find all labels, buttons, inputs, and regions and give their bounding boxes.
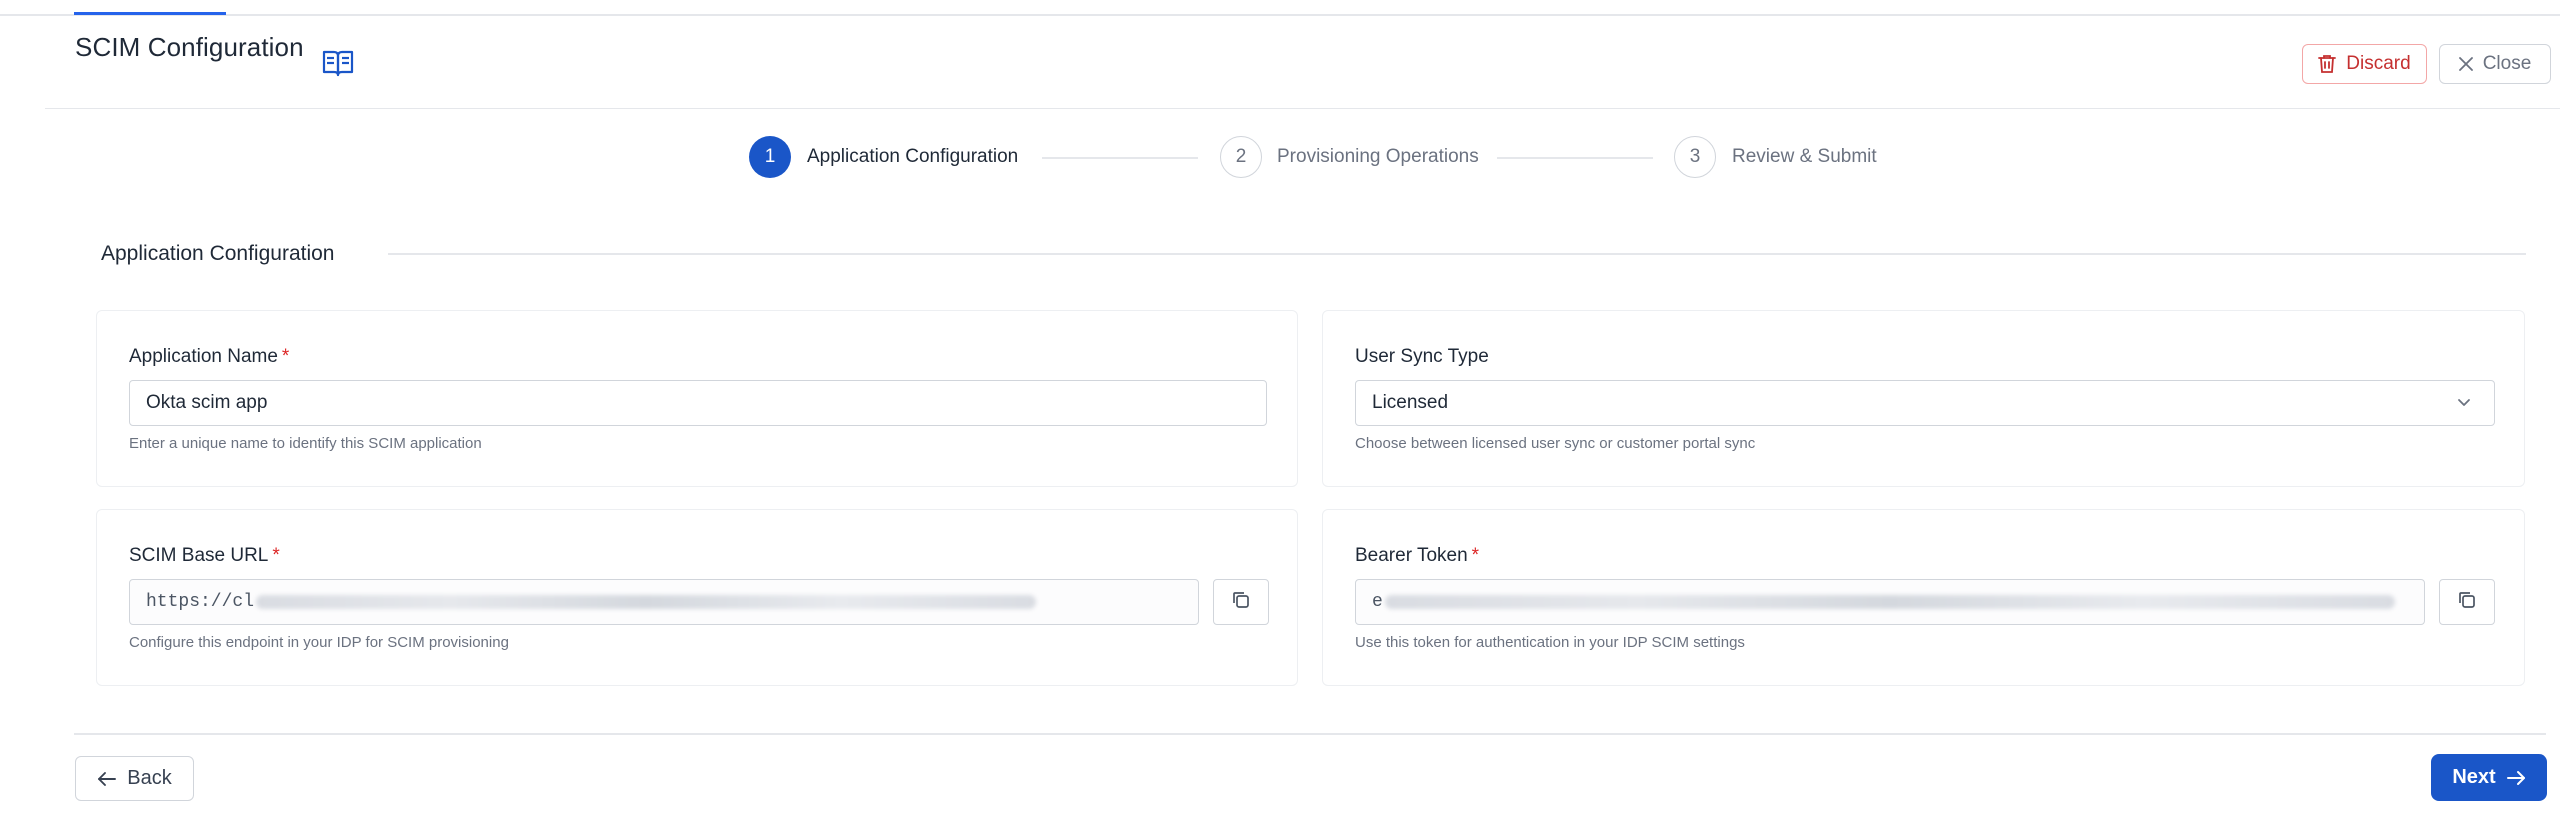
scim-base-url-helper: Configure this endpoint in your IDP for …	[129, 634, 509, 651]
back-button[interactable]: Back	[75, 756, 194, 801]
step-2-label[interactable]: Provisioning Operations	[1277, 146, 1479, 168]
bearer-token-helper: Use this token for authentication in you…	[1355, 634, 1745, 651]
scim-base-url-card: SCIM Base URL * https://cl Configure this…	[96, 509, 1298, 686]
back-label: Back	[127, 767, 172, 789]
discard-button[interactable]: Discard	[2302, 44, 2427, 84]
chevron-down-icon	[2456, 394, 2472, 416]
footer-divider	[74, 733, 2546, 735]
scim-base-url-label: SCIM Base URL *	[129, 545, 280, 566]
user-sync-type-value: Licensed	[1372, 392, 1449, 413]
step-connector-2	[1497, 157, 1653, 159]
step-2-indicator[interactable]: 2	[1220, 136, 1262, 178]
top-divider	[0, 14, 2560, 16]
app-name-card: Application Name * Okta scim app Enter a …	[96, 310, 1298, 487]
app-name-input[interactable]: Okta scim app	[129, 380, 1267, 426]
copy-icon	[1231, 590, 1251, 615]
bearer-token-value: e	[1372, 592, 1383, 612]
bearer-token-card: Bearer Token * e Use this token for authe…	[1322, 509, 2525, 686]
scim-base-url-value: https://cl	[146, 592, 255, 612]
user-sync-type-select[interactable]: Licensed	[1355, 380, 2495, 426]
page-title: SCIM Configuration	[75, 32, 304, 62]
header-divider	[45, 108, 2560, 109]
section-title: Application Configuration	[101, 242, 335, 265]
next-button[interactable]: Next	[2431, 754, 2547, 801]
step-3-indicator[interactable]: 3	[1674, 136, 1716, 178]
app-name-label: Application Name *	[129, 346, 290, 367]
user-sync-type-helper: Choose between licensed user sync or cus…	[1355, 435, 1756, 452]
user-sync-type-card: User Sync Type Licensed Choose between l…	[1322, 310, 2525, 487]
scim-base-url-input[interactable]: https://cl	[129, 579, 1199, 625]
next-label: Next	[2452, 766, 2496, 788]
active-tab-indicator	[74, 12, 226, 15]
step-3-label[interactable]: Review & Submit	[1732, 146, 1877, 168]
redacted-url	[256, 595, 1037, 609]
close-icon	[2458, 57, 2473, 71]
app-name-helper: Enter a unique name to identify this SCI…	[129, 435, 482, 452]
user-sync-type-label: User Sync Type	[1355, 346, 1489, 367]
step-1-label[interactable]: Application Configuration	[807, 146, 1018, 168]
arrow-right-icon	[2506, 770, 2526, 786]
trash-icon	[2318, 54, 2337, 74]
copy-url-button[interactable]	[1213, 579, 1269, 625]
redacted-token	[1384, 595, 2395, 609]
bearer-token-label: Bearer Token *	[1355, 545, 1480, 566]
bearer-token-input[interactable]: e	[1355, 579, 2425, 625]
copy-icon	[2457, 590, 2477, 615]
copy-token-button[interactable]	[2439, 579, 2495, 625]
section-divider	[388, 253, 2526, 255]
discard-label: Discard	[2346, 53, 2411, 74]
step-connector-1	[1042, 157, 1198, 159]
close-button[interactable]: Close	[2439, 44, 2551, 84]
arrow-left-icon	[97, 771, 117, 787]
close-label: Close	[2482, 53, 2532, 74]
step-1-indicator[interactable]: 1	[749, 136, 791, 178]
app-name-value: Okta scim app	[146, 392, 268, 413]
book-open-icon[interactable]	[322, 48, 354, 78]
